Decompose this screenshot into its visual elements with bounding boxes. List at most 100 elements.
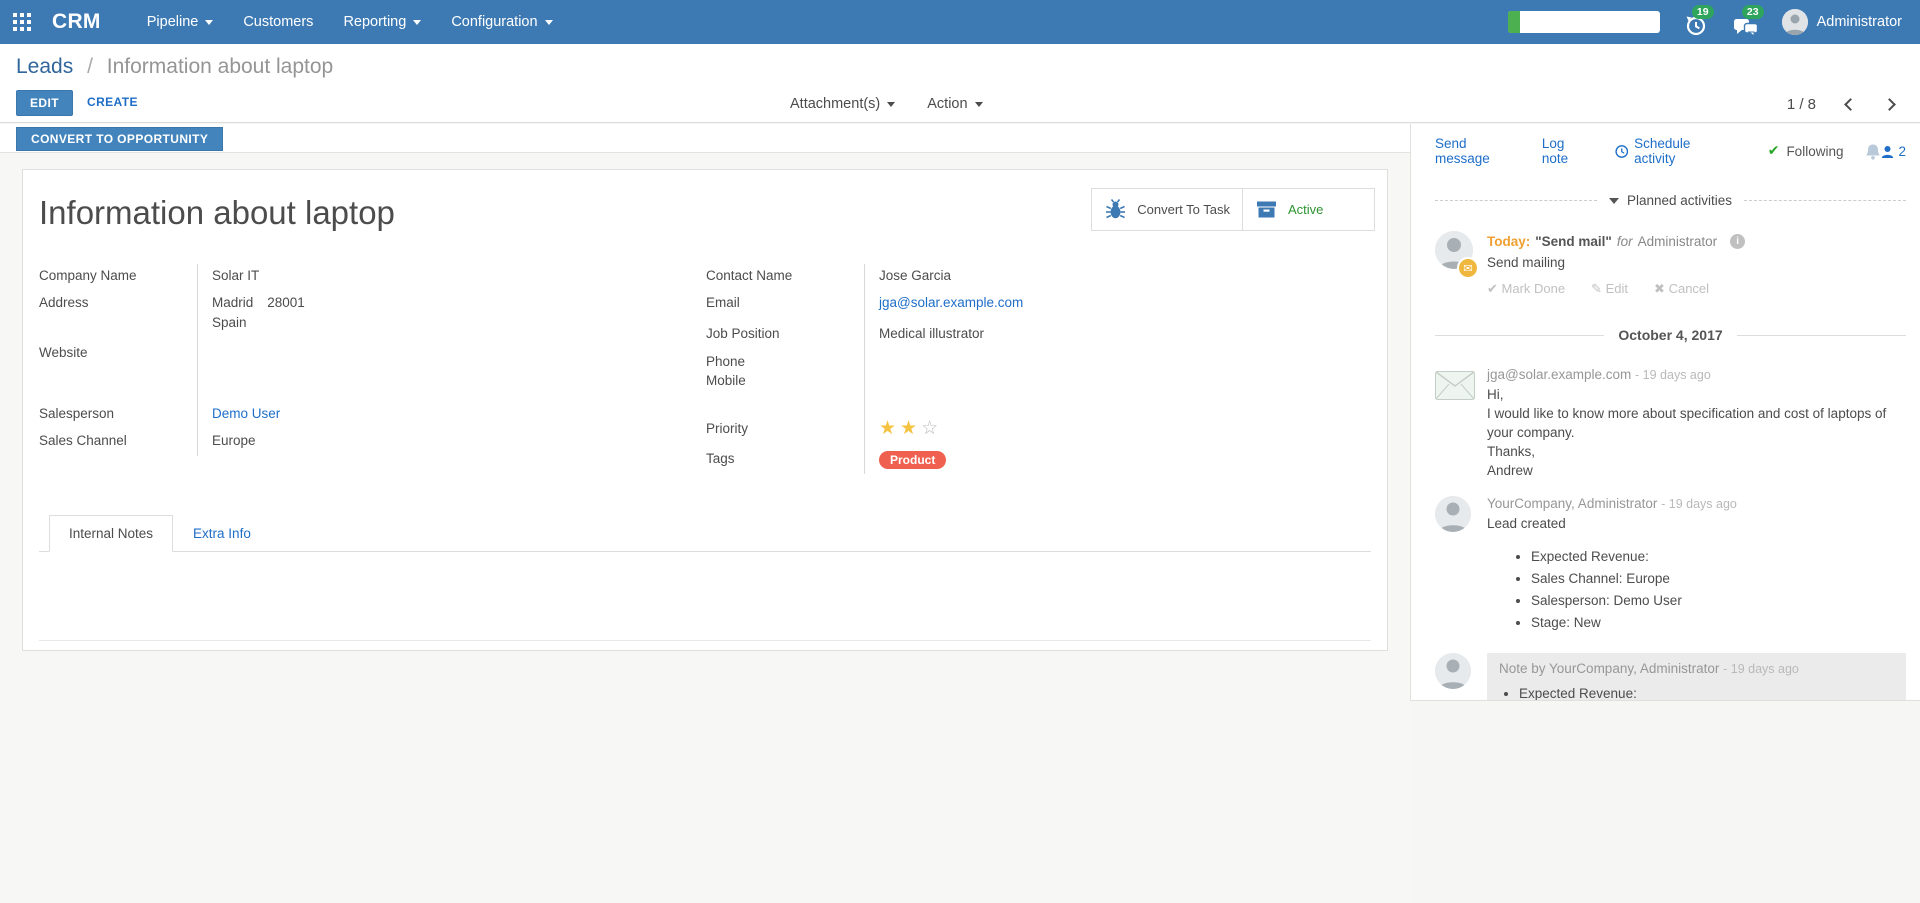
convert-to-task-button[interactable]: Convert To Task	[1091, 188, 1243, 231]
top-navbar: CRM Pipeline Customers Reporting Configu…	[0, 0, 1920, 44]
group-spacer	[706, 390, 1361, 417]
active-toggle-button[interactable]: Active	[1242, 188, 1375, 231]
action-dropdown[interactable]: Action	[927, 96, 982, 112]
form-statusbar: CONVERT TO OPPORTUNITY	[0, 124, 1410, 153]
phone-value	[864, 352, 1361, 371]
pager-next-icon[interactable]	[1883, 98, 1896, 111]
message-text: Lead created	[1487, 514, 1906, 533]
followers-button[interactable]: 2	[1881, 144, 1906, 159]
following-toggle[interactable]: ✔ Following	[1768, 143, 1844, 159]
info-icon[interactable]: i	[1730, 234, 1745, 249]
message-bullet-list: Expected Revenue: Sales Channel: Europe …	[1531, 547, 1906, 632]
form-view-area: CONVERT TO OPPORTUNITY	[0, 124, 1410, 903]
timer-widget[interactable]	[1508, 11, 1660, 33]
company-name-value: Solar IT	[197, 264, 664, 291]
message-bullet-list: Expected Revenue: Sales Channel: America…	[1519, 684, 1894, 701]
contact-name-value: Jose Garcia	[864, 264, 1361, 291]
field-mobile: Mobile	[706, 371, 1361, 390]
activity-for-word: for	[1617, 234, 1633, 249]
field-contact-name: Contact Name Jose Garcia	[706, 264, 1361, 291]
record-pager: 1 / 8	[1787, 96, 1894, 113]
breadcrumb-leads-link[interactable]: Leads	[16, 55, 73, 78]
internal-notes-content[interactable]	[39, 552, 1371, 640]
archive-box-icon	[1255, 198, 1278, 221]
mark-done-button[interactable]: ✔ Mark Done	[1487, 281, 1565, 297]
menu-pipeline[interactable]: Pipeline	[147, 14, 214, 30]
planned-activity-item: ✉ Today: "Send mail" for Administrator i…	[1435, 231, 1906, 297]
clock-icon	[1615, 144, 1629, 159]
app-name: CRM	[52, 10, 101, 34]
pager-value: 1 / 8	[1787, 96, 1816, 113]
sales-channel-value: Europe	[197, 429, 664, 456]
convert-to-opportunity-button[interactable]: CONVERT TO OPPORTUNITY	[16, 127, 223, 151]
message-note: Note by YourCompany, Administrator - 19 …	[1435, 653, 1906, 701]
content-area: CONVERT TO OPPORTUNITY	[0, 124, 1920, 903]
address-country: Spain	[212, 315, 664, 330]
breadcrumb-separator: /	[87, 55, 93, 78]
grid-icon	[13, 13, 32, 32]
menu-reporting[interactable]: Reporting	[343, 14, 421, 30]
salesperson-link[interactable]: Demo User	[212, 406, 280, 421]
edit-activity-button[interactable]: ✎ Edit	[1591, 281, 1628, 297]
breadcrumb: Leads / Information about laptop	[16, 55, 333, 79]
activity-actions: ✔ Mark Done ✎ Edit ✖ Cancel	[1487, 281, 1906, 297]
email-activity-badge-icon: ✉	[1457, 257, 1479, 279]
note-message-box: Note by YourCompany, Administrator - 19 …	[1487, 653, 1906, 701]
avatar	[1435, 496, 1475, 635]
send-message-button[interactable]: Send message	[1435, 136, 1517, 166]
field-company-name: Company Name Solar IT	[39, 264, 664, 291]
active-label: Active	[1288, 202, 1323, 217]
sales-channel-label: Sales Channel	[39, 429, 197, 456]
convert-to-task-label: Convert To Task	[1137, 202, 1230, 217]
user-menu[interactable]: Administrator	[1782, 9, 1902, 35]
breadcrumb-current: Information about laptop	[107, 55, 334, 78]
bell-icon	[1865, 143, 1881, 160]
chevron-down-icon	[205, 20, 213, 25]
menu-configuration[interactable]: Configuration	[451, 14, 552, 30]
tag-product: Product	[879, 451, 946, 469]
chatter-toolbar: Send message Log note Schedule activity …	[1435, 124, 1906, 166]
planned-activities-toggle[interactable]: Planned activities	[1597, 193, 1744, 208]
email-label: Email	[706, 291, 864, 322]
field-job-position: Job Position Medical illustrator	[706, 322, 1361, 352]
priority-stars[interactable]: ★★☆	[879, 422, 942, 437]
message-lead-created: YourCompany, Administrator - 19 days ago…	[1435, 496, 1906, 635]
schedule-activity-button[interactable]: Schedule activity	[1615, 136, 1726, 166]
stat-button-box: Convert To Task Active	[1091, 188, 1375, 231]
create-button[interactable]: CREATE	[77, 90, 148, 114]
message-body: YourCompany, Administrator - 19 days ago…	[1487, 496, 1906, 635]
activity-due-date: Today:	[1487, 234, 1530, 249]
form-sheet: Convert To Task Active Information about…	[22, 169, 1388, 651]
activities-systray-button[interactable]: 19	[1682, 7, 1710, 37]
notification-bell-button[interactable]	[1865, 143, 1881, 160]
main-menu: Pipeline Customers Reporting Configurati…	[147, 14, 553, 30]
chevron-down-icon	[413, 20, 421, 25]
chevron-down-icon	[975, 102, 983, 107]
message-timestamp: - 19 days ago	[1661, 497, 1737, 511]
email-link[interactable]: jga@solar.example.com	[879, 295, 1023, 310]
tab-internal-notes[interactable]: Internal Notes	[49, 515, 173, 552]
apps-grid-icon[interactable]	[0, 0, 44, 44]
date-separator: October 4, 2017	[1435, 327, 1906, 343]
pager-previous-icon[interactable]	[1844, 98, 1857, 111]
message-timestamp: - 19 days ago	[1723, 662, 1799, 676]
user-name: Administrator	[1817, 14, 1902, 30]
avatar	[1435, 653, 1475, 701]
cancel-activity-button[interactable]: ✖ Cancel	[1654, 281, 1709, 297]
attachments-dropdown[interactable]: Attachment(s)	[790, 96, 895, 112]
check-icon: ✔	[1768, 143, 1780, 159]
edit-button[interactable]: EDIT	[16, 90, 73, 116]
messages-systray-button[interactable]: 23	[1732, 7, 1760, 37]
tab-extra-info[interactable]: Extra Info	[173, 515, 271, 552]
message-body: jga@solar.example.com - 19 days ago Hi, …	[1487, 367, 1906, 480]
log-note-button[interactable]: Log note	[1542, 136, 1590, 166]
company-name-label: Company Name	[39, 264, 197, 291]
job-position-value: Medical illustrator	[864, 322, 1361, 352]
chevron-down-icon	[1609, 198, 1619, 204]
menu-customers[interactable]: Customers	[243, 14, 313, 30]
activity-summary: "Send mail"	[1535, 234, 1612, 249]
field-website: Website	[39, 341, 664, 368]
navbar-systray: 19 23 Administrator	[1508, 7, 1920, 37]
field-address: Address Madrid28001 Spain	[39, 291, 664, 341]
field-sales-channel: Sales Channel Europe	[39, 429, 664, 456]
